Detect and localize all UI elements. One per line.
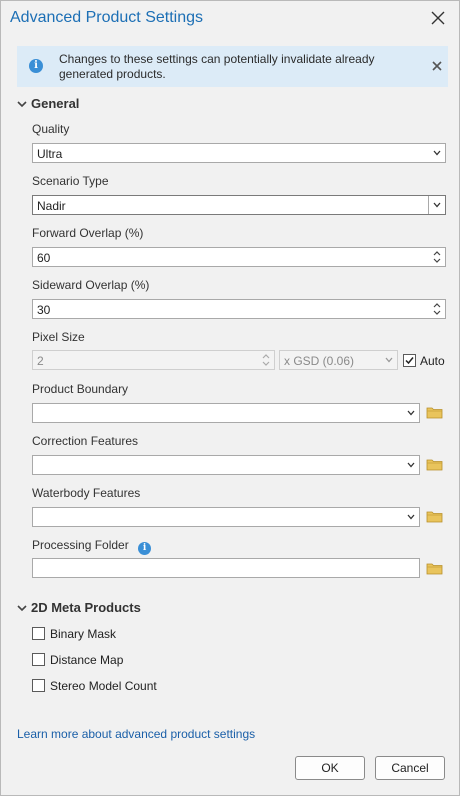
- chevron-down-icon: [17, 101, 27, 108]
- processing-folder-input[interactable]: [32, 558, 420, 578]
- processing-folder-label-text: Processing Folder: [32, 538, 129, 552]
- meta-products-section-title: 2D Meta Products: [31, 600, 141, 615]
- chevron-down-icon: [385, 357, 393, 363]
- waterbody-features-label: Waterbody Features: [32, 486, 141, 500]
- binary-mask-label: Binary Mask: [50, 627, 117, 641]
- chevron-down-icon: [17, 605, 27, 612]
- general-section-title: General: [31, 96, 80, 111]
- forward-overlap-input[interactable]: 60: [32, 247, 446, 267]
- info-icon: i: [29, 59, 43, 73]
- chevron-down-icon: [433, 150, 441, 156]
- chevron-down-icon: [407, 514, 415, 520]
- info-banner: i Changes to these settings can potentia…: [17, 46, 448, 87]
- product-boundary-label: Product Boundary: [32, 382, 129, 396]
- title-bar: Advanced Product Settings: [1, 1, 459, 37]
- sideward-overlap-value: 30: [37, 303, 51, 317]
- spinner-icon[interactable]: [432, 301, 442, 317]
- checkmark-icon: [405, 357, 414, 365]
- dismiss-banner-icon[interactable]: [431, 60, 443, 72]
- info-icon[interactable]: i: [138, 542, 152, 555]
- pixel-size-value: 2: [37, 354, 44, 368]
- ok-button[interactable]: OK: [295, 756, 365, 780]
- pixel-size-unit-dropdown[interactable]: x GSD (0.06): [279, 350, 398, 370]
- chevron-down-icon: [433, 202, 441, 208]
- info-banner-message: Changes to these settings can potentiall…: [59, 52, 375, 81]
- quality-label: Quality: [32, 122, 70, 136]
- pixel-size-label: Pixel Size: [32, 330, 85, 344]
- meta-products-section-toggle[interactable]: 2D Meta Products: [17, 600, 141, 615]
- learn-more-link[interactable]: Learn more about advanced product settin…: [17, 727, 255, 741]
- spinner-icon[interactable]: [432, 249, 442, 265]
- auto-checkbox[interactable]: [403, 354, 416, 367]
- product-boundary-dropdown[interactable]: [32, 403, 420, 423]
- scenario-type-dropdown-button[interactable]: [428, 196, 445, 214]
- dialog-title: Advanced Product Settings: [10, 9, 204, 26]
- folder-icon[interactable]: [426, 510, 443, 523]
- folder-icon[interactable]: [426, 562, 443, 575]
- scenario-type-dropdown[interactable]: Nadir: [32, 195, 446, 215]
- forward-overlap-label: Forward Overlap (%): [32, 226, 144, 240]
- chevron-down-icon: [407, 462, 415, 468]
- scenario-type-value: Nadir: [37, 199, 66, 213]
- sideward-overlap-label: Sideward Overlap (%): [32, 278, 150, 292]
- processing-folder-label: Processing Folder i: [32, 538, 152, 555]
- advanced-product-settings-dialog: Advanced Product Settings i Changes to t…: [0, 0, 460, 796]
- folder-icon[interactable]: [426, 458, 443, 471]
- pixel-size-unit-value: x GSD (0.06): [284, 354, 355, 368]
- quality-dropdown[interactable]: Ultra: [32, 143, 446, 163]
- stereo-model-count-checkbox[interactable]: [32, 679, 45, 692]
- auto-label: Auto: [420, 354, 445, 368]
- cancel-button[interactable]: Cancel: [375, 756, 445, 780]
- pixel-size-input[interactable]: 2: [32, 350, 275, 370]
- folder-icon[interactable]: [426, 406, 443, 419]
- scenario-type-label: Scenario Type: [32, 174, 109, 188]
- binary-mask-checkbox[interactable]: [32, 627, 45, 640]
- spinner-icon: [262, 354, 270, 366]
- quality-value: Ultra: [37, 147, 63, 161]
- general-section-toggle[interactable]: General: [17, 96, 79, 111]
- correction-features-label: Correction Features: [32, 434, 139, 448]
- stereo-model-count-label: Stereo Model Count: [50, 679, 157, 693]
- correction-features-dropdown[interactable]: [32, 455, 420, 475]
- distance-map-checkbox[interactable]: [32, 653, 45, 666]
- close-icon[interactable]: [429, 9, 447, 27]
- distance-map-label: Distance Map: [50, 653, 124, 667]
- sideward-overlap-input[interactable]: 30: [32, 299, 446, 319]
- forward-overlap-value: 60: [37, 251, 51, 265]
- waterbody-features-dropdown[interactable]: [32, 507, 420, 527]
- chevron-down-icon: [407, 410, 415, 416]
